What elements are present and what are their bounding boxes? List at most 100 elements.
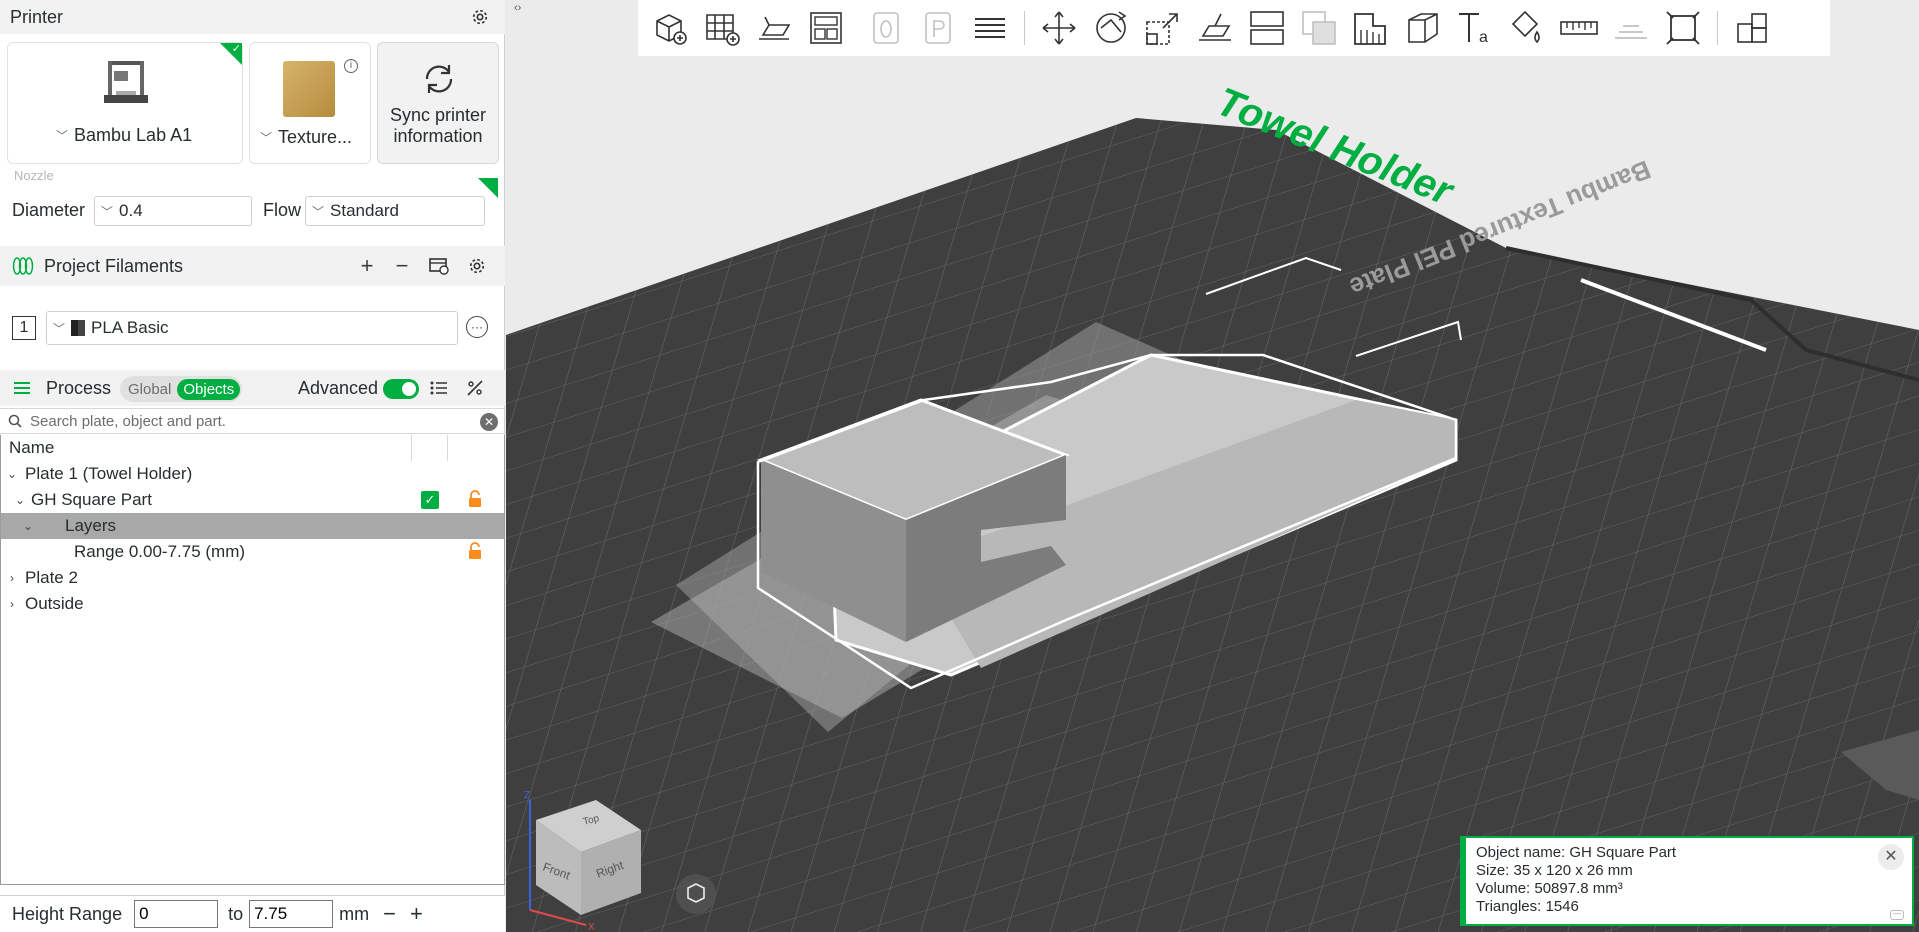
process-title: Process xyxy=(46,377,112,398)
rotate-icon[interactable] xyxy=(1085,0,1137,56)
3d-viewport[interactable]: Bambu Textured PEI Plate Towel Holder To… xyxy=(506,0,1919,932)
main-toolbar: a xyxy=(638,0,1830,56)
tree-row-layers[interactable]: ⌄ Layers xyxy=(1,513,504,539)
paste-icon[interactable] xyxy=(912,0,964,56)
name-column-header[interactable]: Name xyxy=(9,438,54,458)
svg-text:a: a xyxy=(1479,29,1488,46)
text-icon[interactable]: a xyxy=(1449,0,1501,56)
remove-range-icon[interactable]: − xyxy=(383,901,396,927)
split-view-icon[interactable] xyxy=(1657,0,1709,56)
reset-view-icon[interactable] xyxy=(676,874,716,914)
close-icon[interactable]: ✕ xyxy=(1878,844,1904,870)
axis-z-label: Z xyxy=(524,790,530,801)
printer-model-label: Bambu Lab A1 xyxy=(74,125,193,145)
tab-objects[interactable]: Objects xyxy=(177,378,241,400)
lay-on-face-icon[interactable] xyxy=(1189,0,1241,56)
move-icon[interactable] xyxy=(1033,0,1085,56)
nozzle-synced-check-icon xyxy=(478,178,498,198)
axis-x-label: X xyxy=(588,922,595,932)
tree-row-range[interactable]: Range 0.00-7.75 (mm) xyxy=(1,539,504,565)
filament-name: PLA Basic xyxy=(91,318,169,337)
tab-global[interactable]: Global xyxy=(122,379,177,400)
info-icon[interactable]: i xyxy=(344,59,358,73)
printer-section-header: Printer xyxy=(0,0,505,34)
add-range-icon[interactable]: + xyxy=(410,901,423,927)
seam-paint-icon[interactable] xyxy=(1397,0,1449,56)
boolean-icon[interactable] xyxy=(1293,0,1345,56)
diameter-select[interactable]: ﹀ 0.4 xyxy=(94,196,252,226)
filament-sync-icon[interactable] xyxy=(426,253,452,279)
sync-label-line2: information xyxy=(393,126,483,146)
chevron-right-icon[interactable]: › xyxy=(5,597,19,611)
add-plate-icon[interactable] xyxy=(696,0,748,56)
sync-label-line1: Sync printer xyxy=(389,105,487,125)
height-range-unit: mm xyxy=(339,903,370,924)
height-range-bar: Height Range to mm − + xyxy=(0,895,505,932)
build-plate-scene[interactable]: Bambu Textured PEI Plate Towel Holder To… xyxy=(506,0,1919,932)
support-paint-icon[interactable] xyxy=(1345,0,1397,56)
add-filament-icon[interactable]: + xyxy=(354,253,380,279)
remove-filament-icon[interactable]: − xyxy=(389,253,415,279)
list-icon[interactable] xyxy=(426,375,452,401)
chevron-down-icon: ﹀ xyxy=(101,204,114,219)
tree-row-part[interactable]: ⌄ GH Square Part ✓ xyxy=(1,487,504,513)
cut-icon[interactable] xyxy=(1241,0,1293,56)
chevron-right-icon[interactable]: › xyxy=(5,571,19,585)
copy-icon[interactable] xyxy=(860,0,912,56)
color-paint-icon[interactable] xyxy=(1501,0,1553,56)
tree-row-outside[interactable]: › Outside xyxy=(1,591,504,617)
layers-icon[interactable] xyxy=(964,0,1016,56)
sync-printer-button[interactable]: Sync printer information xyxy=(377,42,499,164)
minimize-icon[interactable]: — xyxy=(1890,910,1904,920)
filament-index-badge[interactable]: 1 xyxy=(12,316,36,340)
more-options-icon[interactable]: ··· xyxy=(466,316,488,338)
chevron-down-icon[interactable]: ⌄ xyxy=(13,493,27,507)
auto-orient-icon[interactable] xyxy=(748,0,800,56)
sync-icon xyxy=(425,65,453,93)
reset-percent-icon[interactable] xyxy=(462,375,488,401)
plate-type-selector[interactable]: i ﹀ Texture... xyxy=(249,42,371,164)
height-range-from-input[interactable] xyxy=(134,900,219,928)
tree-row-plate1[interactable]: ⌄ Plate 1 (Towel Holder) xyxy=(1,461,504,487)
object-search-bar: ✕ xyxy=(0,408,505,434)
height-range-label: Height Range xyxy=(12,903,123,924)
scale-icon[interactable] xyxy=(1137,0,1189,56)
printer-title: Printer xyxy=(10,6,64,27)
tree-header-row: Name xyxy=(1,435,504,461)
object-name-line: Object name: GH Square Part xyxy=(1476,844,1677,861)
diameter-label: Diameter xyxy=(12,200,86,220)
part-visible-checkbox[interactable]: ✓ xyxy=(421,491,439,509)
nozzle-section-label: Nozzle xyxy=(14,168,54,183)
assembly-icon[interactable] xyxy=(1605,0,1657,56)
object-volume-line: Volume: 50897.8 mm³ xyxy=(1476,880,1623,897)
tree-row-plate2[interactable]: › Plate 2 xyxy=(1,565,504,591)
chevron-down-icon[interactable]: ⌄ xyxy=(21,519,35,533)
chevron-down-icon: ﹀ xyxy=(312,204,325,219)
printer-settings-gear-icon[interactable] xyxy=(467,4,493,30)
arrange-icon[interactable] xyxy=(800,0,852,56)
printer-synced-check-icon xyxy=(220,42,242,65)
flow-select[interactable]: ﹀ Standard xyxy=(305,196,485,226)
filament-settings-gear-icon[interactable] xyxy=(464,253,490,279)
chevron-down-icon: ﹀ xyxy=(56,129,69,143)
filament-icon xyxy=(12,257,34,275)
diameter-value: 0.4 xyxy=(119,201,143,220)
collapse-sidebar-icon[interactable]: ‹› xyxy=(514,2,521,14)
advanced-toggle[interactable] xyxy=(383,379,419,399)
plate-type-label: Texture... xyxy=(278,127,353,147)
height-range-to-input[interactable] xyxy=(249,900,334,928)
measure-icon[interactable] xyxy=(1553,0,1605,56)
printer-model-selector[interactable]: ﹀ Bambu Lab A1 xyxy=(7,42,243,164)
process-section-header: Process Global Objects Advanced xyxy=(0,370,505,406)
unlock-icon[interactable] xyxy=(467,490,483,508)
chevron-down-icon[interactable]: ⌄ xyxy=(5,467,19,481)
filament-select[interactable]: ﹀ PLA Basic xyxy=(46,311,458,345)
search-input[interactable] xyxy=(30,412,470,430)
object-tree: Name ⌄ Plate 1 (Towel Holder) ⌄ GH Squar… xyxy=(0,435,505,885)
range-label: Range 0.00-7.75 (mm) xyxy=(74,542,246,561)
clear-search-icon[interactable]: ✕ xyxy=(480,413,498,431)
unlock-icon[interactable] xyxy=(467,542,483,560)
explode-icon[interactable] xyxy=(1726,0,1778,56)
part-label: GH Square Part xyxy=(31,490,152,509)
add-cube-icon[interactable] xyxy=(644,0,696,56)
